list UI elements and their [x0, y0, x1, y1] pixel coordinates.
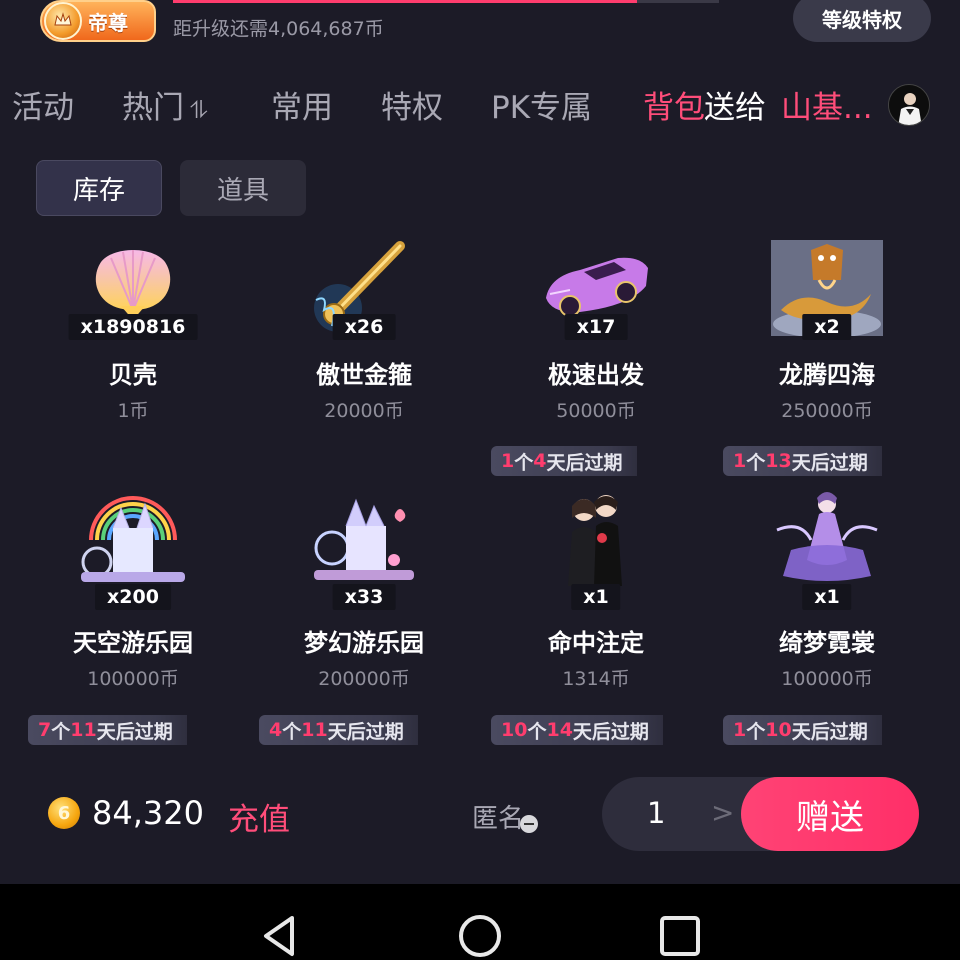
quantity-expand-icon[interactable]: >	[711, 796, 734, 829]
gift-count: x1890816	[68, 314, 198, 340]
gift-item-dragon[interactable]: x2 龙腾四海 250000币	[711, 240, 943, 430]
gift-count: x17	[564, 314, 628, 340]
sky-castle-icon	[77, 490, 189, 586]
dream-castle-icon	[308, 490, 420, 586]
expiry-tag: 1 个 10 天后过期	[723, 715, 882, 745]
gift-price: 1314币	[562, 668, 630, 690]
tab-common[interactable]: 常用	[271, 82, 333, 127]
anonymous-label[interactable]: 匿名	[472, 798, 524, 835]
gift-count: x200	[95, 584, 171, 610]
gift-count: x1	[802, 584, 852, 610]
expiry-tag: 4 个 11 天后过期	[259, 715, 418, 745]
tab-activity[interactable]: 活动	[12, 82, 74, 127]
send-gift-button[interactable]: 赠送	[741, 777, 919, 851]
back-triangle-icon[interactable]	[256, 912, 304, 960]
upgrade-remaining-text: 距升级还需4,064,687币	[173, 18, 384, 40]
couple-icon	[540, 490, 652, 586]
gift-item-sky-park[interactable]: x200 天空游乐园 100000币	[17, 490, 249, 690]
anonymous-toggle-icon[interactable]	[520, 815, 538, 833]
sort-arrows-icon[interactable]: ⥮	[190, 96, 208, 124]
level-progress-bar	[173, 0, 719, 3]
expiry-tag: 10 个 14 天后过期	[491, 715, 663, 745]
gift-price: 250000币	[781, 400, 873, 422]
gift-name: 龙腾四海	[779, 361, 875, 389]
subtab-stock[interactable]: 库存	[36, 160, 162, 216]
gift-count: x33	[332, 584, 396, 610]
quantity-value[interactable]: 1	[647, 796, 665, 830]
gift-count: x1	[571, 584, 621, 610]
gift-item-dream-dress[interactable]: x1 绮梦霓裳 100000币	[711, 490, 943, 690]
gift-price: 50000币	[556, 400, 636, 422]
tab-pk-exclusive[interactable]: PK专属	[491, 82, 592, 127]
gift-price: 20000币	[324, 400, 404, 422]
recipient-avatar[interactable]	[888, 84, 930, 126]
level-privilege-button[interactable]: 等级特权	[793, 0, 931, 42]
level-badge[interactable]: 帝尊	[40, 0, 156, 42]
gift-price: 200000币	[318, 668, 410, 690]
tab-privilege[interactable]: 特权	[381, 82, 443, 127]
subtab-props[interactable]: 道具	[180, 160, 306, 216]
gift-item-sports-car[interactable]: x17 极速出发 50000币	[480, 240, 712, 430]
tab-hot[interactable]: 热门 ⥮	[122, 82, 208, 127]
gift-name: 贝壳	[109, 361, 157, 389]
send-to-label: 送给	[704, 90, 766, 126]
gift-item-destiny[interactable]: x1 命中注定 1314币	[480, 490, 712, 690]
gift-name: 天空游乐园	[73, 629, 193, 657]
gift-item-dream-park[interactable]: x33 梦幻游乐园 200000币	[248, 490, 480, 690]
gift-price: 100000币	[87, 668, 179, 690]
expiry-tag: 1 个 4 天后过期	[491, 446, 637, 476]
expiry-tag: 1 个 13 天后过期	[723, 446, 882, 476]
recipient-name[interactable]: 山基...	[781, 82, 873, 127]
expiry-tag: 7 个 11 天后过期	[28, 715, 187, 745]
gift-name: 绮梦霓裳	[779, 629, 875, 657]
gift-item-golden-staff[interactable]: x26 傲世金箍 20000币	[248, 240, 480, 430]
recents-square-icon[interactable]	[656, 912, 704, 960]
gift-name: 极速出发	[548, 361, 644, 389]
system-nav-bar	[0, 884, 960, 960]
gift-name: 命中注定	[548, 629, 644, 657]
gift-price: 100000币	[781, 668, 873, 690]
coin-balance: 84,320	[92, 794, 204, 832]
crown-emblem-icon	[44, 2, 82, 40]
gift-name: 傲世金箍	[316, 361, 412, 389]
gift-count: x2	[802, 314, 852, 340]
recharge-button[interactable]: 充值	[228, 794, 290, 839]
coin-icon: 6	[48, 797, 80, 829]
fairy-dress-icon	[771, 490, 883, 586]
gift-price: 1币	[117, 400, 149, 422]
level-progress-fill	[173, 0, 638, 3]
tab-backpack[interactable]: 背包	[643, 82, 705, 127]
level-name: 帝尊	[88, 10, 128, 35]
home-circle-icon[interactable]	[456, 912, 504, 960]
gift-category-tabs: 活动 热门 ⥮ 常用 特权 PK专属 背包 送给 山基...	[0, 82, 960, 132]
gift-item-shell[interactable]: x1890816 贝壳 1币	[17, 240, 249, 430]
gift-name: 梦幻游乐园	[304, 629, 424, 657]
gift-count: x26	[332, 314, 396, 340]
